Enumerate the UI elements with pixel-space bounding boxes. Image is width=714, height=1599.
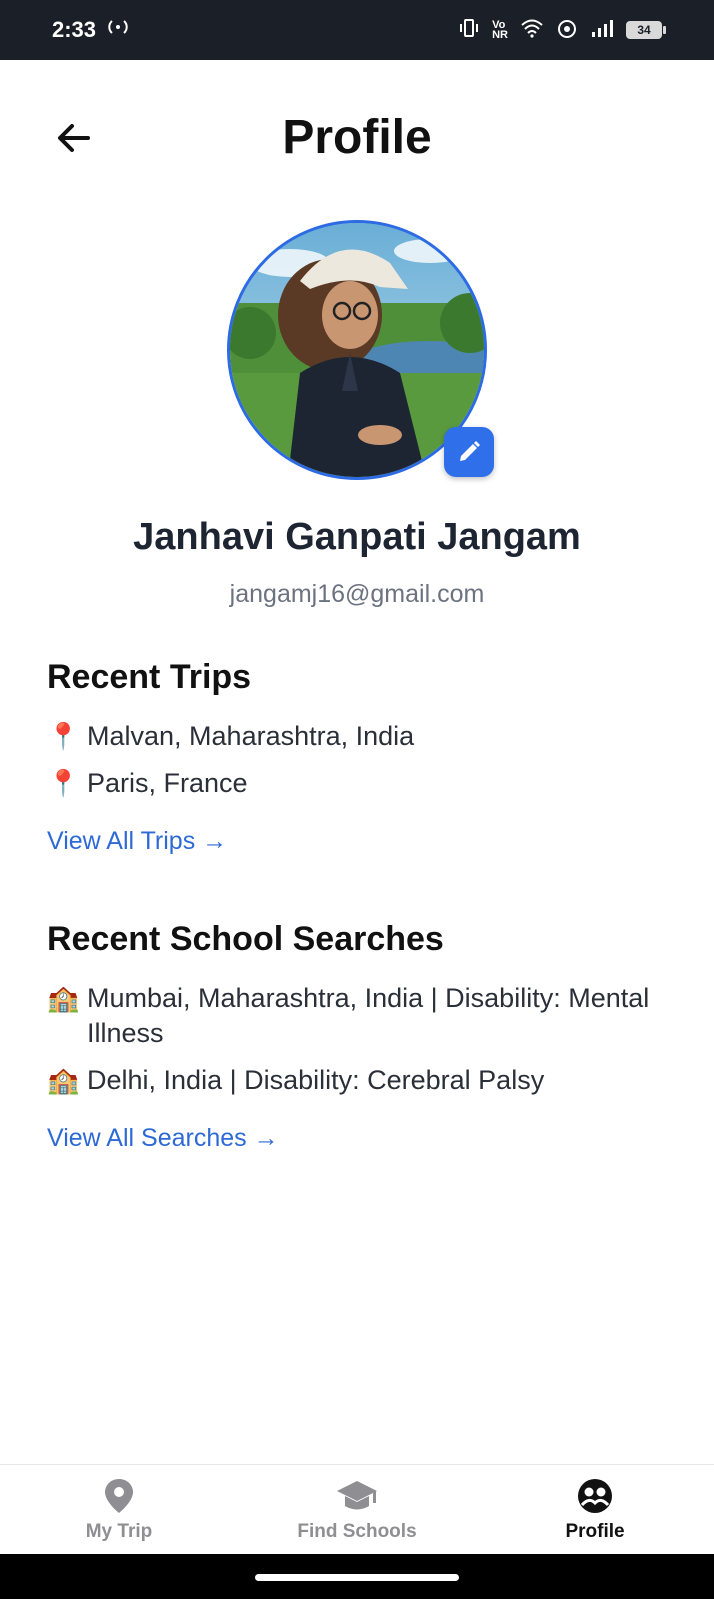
list-item: 📍 Paris, France: [47, 766, 667, 801]
list-item: 🏫 Delhi, India | Disability: Cerebral Pa…: [47, 1063, 667, 1098]
recent-trips-section: Recent Trips 📍 Malvan, Maharashtra, Indi…: [47, 658, 667, 856]
tab-label: Profile: [565, 1520, 625, 1542]
pencil-icon: [460, 441, 480, 461]
section-title: Recent School Searches: [47, 920, 444, 958]
hotspot-icon: [106, 17, 130, 43]
edit-avatar-button[interactable]: [444, 427, 494, 477]
location-pin-icon: 📍: [47, 721, 80, 751]
home-indicator[interactable]: [255, 1574, 459, 1581]
section-title: Recent Trips: [47, 658, 252, 696]
avatar-container: [227, 220, 494, 480]
recent-searches-section: Recent School Searches 🏫 Mumbai, Maharas…: [47, 920, 667, 1153]
search-text: Mumbai, Maharashtra, India | Disability:…: [87, 983, 650, 1048]
location-pin-icon: 📍: [47, 768, 80, 798]
page-title: Profile: [282, 111, 432, 164]
view-all-searches-link[interactable]: View All Searches →: [47, 1124, 279, 1153]
volte-icon: Vo NR: [492, 19, 508, 41]
tab-label: My Trip: [85, 1520, 153, 1542]
view-all-trips-link[interactable]: View All Trips →: [47, 827, 227, 856]
tab-label: Find Schools: [297, 1520, 417, 1542]
school-icon: 🏫: [47, 1065, 80, 1095]
user-email: jangamj16@gmail.com: [229, 580, 485, 608]
school-icon: 🏫: [47, 983, 80, 1013]
list-item: 🏫 Mumbai, Maharashtra, India | Disabilit…: [47, 981, 667, 1051]
status-time: 2:33: [52, 17, 97, 42]
tab-find-schools[interactable]: Find Schools: [242, 1477, 472, 1543]
wifi-icon: [520, 18, 544, 43]
profile-icon: [578, 1478, 612, 1513]
signal-icon: [590, 18, 614, 43]
trip-text: Paris, France: [87, 768, 248, 798]
status-bar: 2:33 Vo NR 34: [0, 0, 714, 60]
trip-text: Malvan, Maharashtra, India: [87, 721, 415, 751]
nfc-icon: [556, 18, 578, 43]
list-item: 📍 Malvan, Maharashtra, India: [47, 719, 667, 754]
tab-my-trip[interactable]: My Trip: [4, 1477, 234, 1543]
graduation-cap-icon: [337, 1480, 377, 1509]
system-nav-bar: [0, 1554, 714, 1599]
user-name: Janhavi Ganpati Jangam: [133, 516, 581, 558]
bottom-tab-bar: My Trip Find Schools Profile: [0, 1464, 714, 1554]
search-text: Delhi, India | Disability: Cerebral Pals…: [87, 1065, 545, 1095]
map-pin-icon: [105, 1478, 133, 1513]
vibrate-icon: [458, 18, 480, 43]
header: Profile: [0, 98, 714, 178]
battery-icon: 34: [626, 21, 666, 39]
tab-profile[interactable]: Profile: [480, 1477, 710, 1543]
